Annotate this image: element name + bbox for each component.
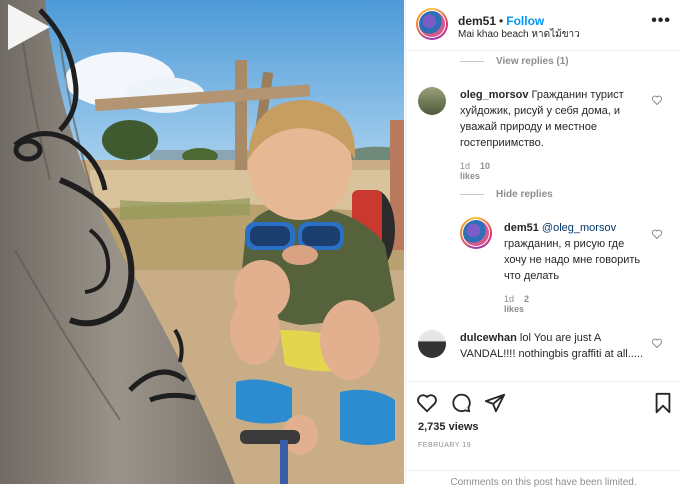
hide-replies-toggle[interactable]: Hide replies xyxy=(460,189,553,200)
post-location[interactable]: Mai khao beach หาดไม้ขาว xyxy=(458,27,580,42)
hide-replies-label: Hide replies xyxy=(496,189,553,200)
comment-text: dulcewhan lol You are just A VANDAL!!!! … xyxy=(460,330,650,362)
play-icon[interactable] xyxy=(0,0,54,54)
reply-heart-icon[interactable] xyxy=(651,228,663,240)
replies-divider-line xyxy=(460,60,484,62)
commenter-avatar[interactable] xyxy=(418,87,446,115)
comments-limited-notice: Comments on this post have been limited. xyxy=(406,470,680,488)
reply-text: dem51 @oleg_morsov гражданин, я рисую гд… xyxy=(504,220,644,284)
comment-heart-icon[interactable] xyxy=(651,94,663,106)
view-replies-toggle[interactable]: View replies (1) xyxy=(460,56,569,67)
comment-text: oleg_morsov Гражданин турист хуйдожик, р… xyxy=(460,87,650,151)
view-replies-label: View replies (1) xyxy=(496,56,569,67)
video-frame xyxy=(0,0,404,484)
comment-heart-icon[interactable] xyxy=(651,337,663,349)
reply-avatar[interactable] xyxy=(460,217,492,249)
comment-age: 1d xyxy=(460,161,471,171)
comment-username[interactable]: oleg_morsov xyxy=(460,89,528,101)
comment-icon[interactable] xyxy=(450,392,472,414)
post-header: dem51 • Follow Mai khao beach หาดไม้ขาว ••… xyxy=(406,0,680,51)
replies-divider-line xyxy=(460,193,484,195)
header-separator: • xyxy=(499,14,504,28)
comment-username[interactable]: dulcewhan xyxy=(460,332,517,344)
reply-username[interactable]: dem51 xyxy=(504,222,539,234)
heart-icon[interactable] xyxy=(416,392,438,414)
bookmark-icon[interactable] xyxy=(653,392,673,414)
reply-age: 1d xyxy=(504,294,515,304)
post-video[interactable] xyxy=(0,0,404,484)
post-username[interactable]: dem51 xyxy=(458,14,496,28)
follow-button[interactable]: Follow xyxy=(506,14,544,28)
reply-mention[interactable]: @oleg_morsov xyxy=(542,222,616,234)
post-date[interactable]: FEBRUARY 19 xyxy=(418,442,471,449)
post-sidebar: dem51 • Follow Mai khao beach หาดไม้ขาว ••… xyxy=(405,0,680,488)
views-count[interactable]: 2,735 views xyxy=(418,421,479,433)
comment-meta: 1d 10 likes xyxy=(460,161,490,181)
comments-list: View replies (1) oleg_morsov Гражданин т… xyxy=(406,51,680,381)
post-actions: 2,735 views FEBRUARY 19 Comments on this… xyxy=(406,381,680,488)
commenter-avatar[interactable] xyxy=(418,330,446,358)
reply-meta: 1d 2 likes xyxy=(504,294,534,314)
paper-plane-icon[interactable] xyxy=(484,392,506,414)
more-horizontal-icon[interactable]: ••• xyxy=(651,12,671,30)
avatar[interactable] xyxy=(416,8,448,40)
reply-body: гражданин, я рисую где хочу не надо мне … xyxy=(504,238,641,282)
